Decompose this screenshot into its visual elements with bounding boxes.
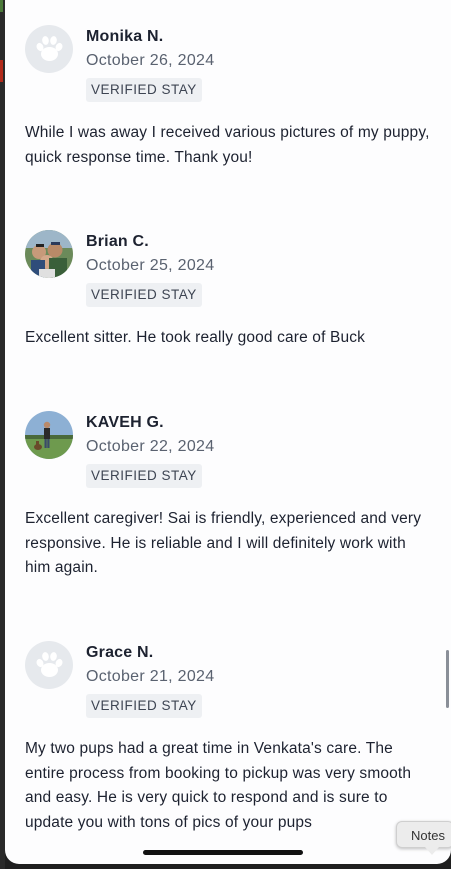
review-text: While I was away I received various pict… [25,124,430,166]
review-date: October 22, 2024 [86,438,215,455]
tooltip-tail [425,847,439,855]
scrollbar-thumb[interactable] [446,650,449,708]
verified-stay-badge: VERIFIED STAY [86,694,202,718]
avatar-placeholder [25,641,73,689]
review-text: My two pups had a great time in Venkata'… [25,740,412,831]
verified-stay-badge: VERIFIED STAY [86,78,202,102]
screen: Monika N. October 26, 2024 VERIFIED STAY… [0,0,451,869]
reviews-list[interactable]: Monika N. October 26, 2024 VERIFIED STAY… [5,0,451,864]
review-date: October 25, 2024 [86,257,215,274]
avatar-placeholder [25,25,73,73]
review-date: October 21, 2024 [86,668,215,685]
notes-tooltip: Notes [396,821,451,855]
paw-icon [36,652,63,677]
review-text: Excellent caregiver! Sai is friendly, ex… [25,510,422,576]
review-date: October 26, 2024 [86,52,215,69]
tooltip-label: Notes [411,828,445,843]
verified-stay-badge: VERIFIED STAY [86,464,202,488]
background-window-fragment [0,0,3,12]
avatar [25,411,73,459]
home-indicator[interactable] [143,850,303,855]
avatar [25,230,73,278]
reviewer-name: Grace N. [86,644,154,661]
background-window-fragment [0,60,3,82]
avatar-photo [25,230,73,278]
reviewer-name: Monika N. [86,28,164,45]
reviewer-name: Brian C. [86,233,149,250]
verified-stay-badge: VERIFIED STAY [86,283,202,307]
review-text: Excellent sitter. He took really good ca… [25,329,366,346]
reviewer-name: KAVEH G. [86,414,164,431]
avatar-photo [25,411,73,459]
paw-icon [36,36,63,61]
